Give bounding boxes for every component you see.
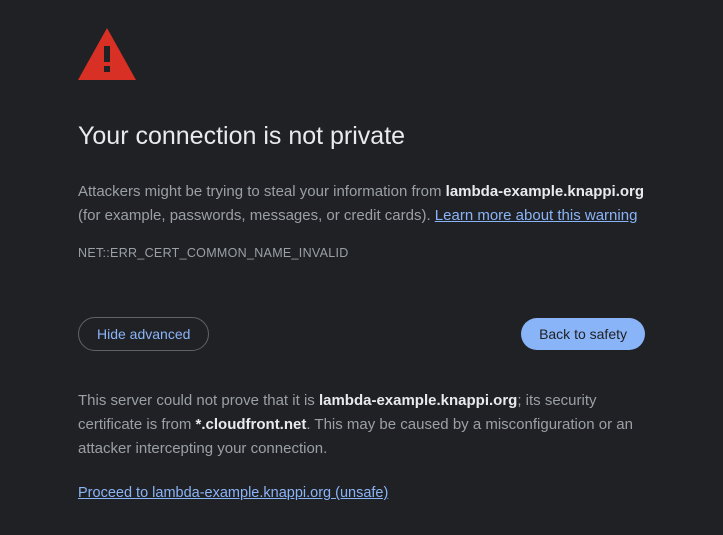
proceed-unsafe-link[interactable]: Proceed to lambda-example.knappi.org (un… [78,482,388,505]
ssl-error-page: Your connection is not private Attackers… [0,0,723,505]
warning-icon [78,28,645,88]
warning-body: Attackers might be trying to steal your … [78,180,645,228]
advanced-details: This server could not prove that it is l… [78,389,645,461]
adv-cert: *.cloudfront.net [196,416,307,433]
hide-advanced-button[interactable]: Hide advanced [78,317,209,351]
learn-more-link[interactable]: Learn more about this warning [435,207,638,224]
adv-prefix: This server could not prove that it is [78,392,319,409]
body-prefix: Attackers might be trying to steal your … [78,183,446,200]
adv-site: lambda-example.knappi.org [319,392,517,409]
body-suffix: (for example, passwords, messages, or cr… [78,207,435,224]
body-site: lambda-example.knappi.org [446,183,644,200]
error-code: NET::ERR_CERT_COMMON_NAME_INVALID [78,243,645,263]
page-title: Your connection is not private [78,116,645,156]
back-to-safety-button[interactable]: Back to safety [521,318,645,350]
button-row: Hide advanced Back to safety [78,317,645,351]
